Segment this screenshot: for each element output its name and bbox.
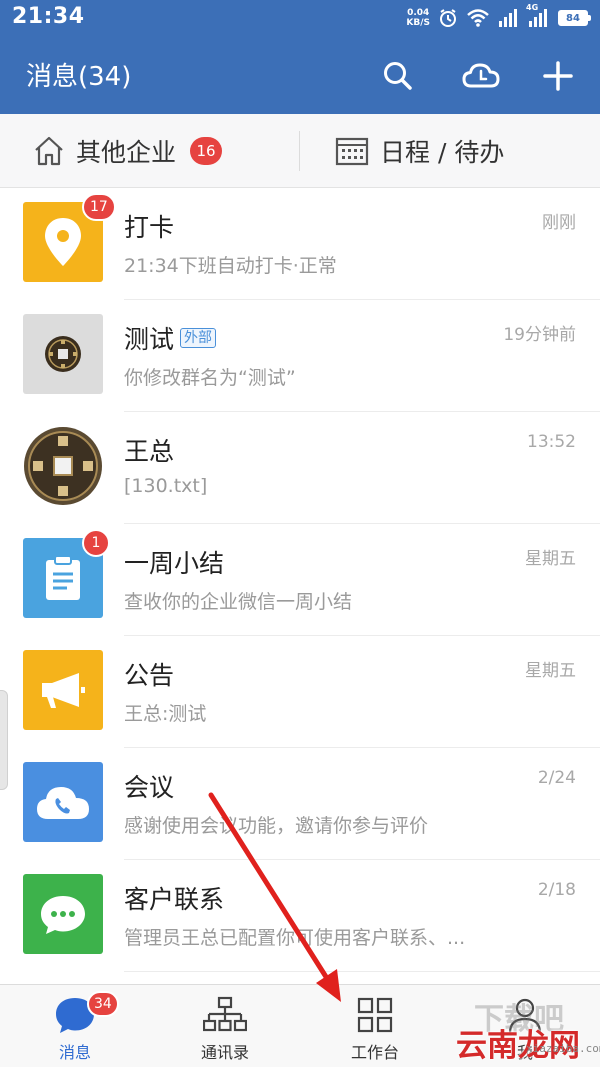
coin-avatar-icon <box>24 427 102 505</box>
nav-label-messages: 消息 <box>58 1043 91 1062</box>
clipboard-icon <box>46 555 80 600</box>
nav-tab-contacts[interactable]: 通讯录 <box>165 985 285 1067</box>
divider <box>124 971 600 972</box>
other-companies-badge: 16 <box>190 137 223 165</box>
cloud-phone-icon <box>37 787 89 819</box>
battery-indicator: 84 <box>558 10 591 26</box>
message-title-text: 测试 <box>124 325 175 354</box>
other-companies-label: 其他企业 <box>76 138 177 167</box>
message-item-wang-zong[interactable]: 王总 13:52 [130.txt] <box>0 412 600 524</box>
signal-icon <box>498 9 520 27</box>
message-time: 星期五 <box>525 549 576 569</box>
message-title: 公告 <box>124 661 175 690</box>
quick-bar: 其他企业 16 日程 / 待办 <box>0 114 600 188</box>
message-preview: 管理员王总已配置你可使用客户联系、... <box>124 927 466 949</box>
message-title: 王总 <box>124 437 175 466</box>
person-icon <box>508 998 542 1034</box>
network-speed: 0.04 KB/S <box>406 8 430 28</box>
message-item-meeting[interactable]: 会议 2/24 感谢使用会议功能，邀请你参与评价 <box>0 748 600 860</box>
signal-4g-icon: 4G <box>526 3 550 27</box>
messages-unread-badge: 34 <box>87 991 119 1017</box>
announcement-avatar <box>23 650 103 730</box>
message-time: 星期五 <box>525 661 576 681</box>
cloud-icon <box>462 63 500 88</box>
message-time: 2/18 <box>537 880 576 900</box>
quick-bar-divider <box>299 131 300 171</box>
megaphone-icon <box>42 673 85 708</box>
message-item-clock-in[interactable]: 17 打卡 刚刚 21:34下班自动打卡·正常 <box>0 188 600 300</box>
message-time: 13:52 <box>527 432 576 452</box>
meeting-avatar <box>23 762 103 842</box>
schedule-todo-button[interactable]: 日程 / 待办 <box>334 114 504 188</box>
nav-tab-me[interactable]: 我 <box>465 985 585 1067</box>
message-preview: 查收你的企业微信一周小结 <box>124 591 353 613</box>
bottom-navigation: 34 消息 通讯录 工作台 我 <box>0 984 600 1067</box>
alarm-icon <box>438 8 458 28</box>
page-title: 消息(34) <box>26 62 132 92</box>
location-pin-icon <box>45 218 81 266</box>
message-title: 客户联系 <box>124 885 225 914</box>
external-tag: 外部 <box>180 328 217 348</box>
nav-tab-messages[interactable]: 34 消息 <box>15 985 135 1067</box>
message-preview: 21:34下班自动打卡·正常 <box>124 255 337 277</box>
org-chart-icon <box>203 996 247 1032</box>
message-title: 测试 外部 <box>124 320 217 356</box>
side-drawer-handle[interactable] <box>0 690 8 790</box>
message-item-announcement[interactable]: 公告 星期五 王总:测试 <box>0 636 600 748</box>
message-preview: 感谢使用会议功能，邀请你参与评价 <box>124 815 429 837</box>
chat-bubble-icon <box>41 896 85 934</box>
unread-badge: 17 <box>82 193 116 221</box>
message-time: 刚刚 <box>542 213 576 233</box>
unread-badge: 1 <box>82 529 110 557</box>
network-type: 4G <box>526 3 539 12</box>
nav-label-workbench: 工作台 <box>350 1043 399 1062</box>
nav-label-me: 我 <box>516 1043 533 1062</box>
message-list: 17 打卡 刚刚 21:34下班自动打卡·正常 测试 外部 19分钟前 你修改群… <box>0 188 600 984</box>
test-group-avatar <box>23 314 103 394</box>
cloud-disk-button[interactable] <box>459 54 503 98</box>
message-preview: 王总:测试 <box>124 703 207 725</box>
network-speed-unit: KB/S <box>406 18 430 28</box>
message-item-weekly-summary[interactable]: 1 一周小结 星期五 查收你的企业微信一周小结 <box>0 524 600 636</box>
search-icon <box>384 62 412 90</box>
message-time: 2/24 <box>537 768 576 788</box>
status-time: 21:34 <box>12 4 85 29</box>
search-button[interactable] <box>376 54 420 98</box>
plus-icon <box>543 61 573 91</box>
customer-contact-avatar <box>23 874 103 954</box>
message-item-customer-contact[interactable]: 客户联系 2/18 管理员王总已配置你可使用客户联系、... <box>0 860 600 972</box>
nav-label-contacts: 通讯录 <box>200 1043 249 1062</box>
nav-tab-workbench[interactable]: 工作台 <box>315 985 435 1067</box>
add-button[interactable] <box>536 54 580 98</box>
message-title: 会议 <box>124 773 175 802</box>
message-preview: [130.txt] <box>124 475 208 497</box>
status-bar: 21:34 0.04 KB/S 4G 84 <box>0 0 600 36</box>
wifi-icon <box>466 8 490 28</box>
message-item-test-group[interactable]: 测试 外部 19分钟前 你修改群名为“测试” <box>0 300 600 412</box>
grid-icon <box>357 997 393 1033</box>
message-title: 一周小结 <box>124 549 225 578</box>
coin-avatar-icon <box>45 336 81 372</box>
schedule-todo-label: 日程 / 待办 <box>380 138 505 167</box>
message-time: 19分钟前 <box>503 325 576 345</box>
other-companies-button[interactable]: 其他企业 16 <box>32 114 223 188</box>
status-icons: 0.04 KB/S 4G 84 <box>406 3 591 30</box>
home-icon <box>35 136 63 166</box>
wang-zong-avatar <box>23 426 103 506</box>
network-speed-value: 0.04 <box>407 8 430 18</box>
calendar-icon <box>335 137 369 166</box>
app-header: 消息(34) <box>0 36 600 114</box>
message-title: 打卡 <box>124 213 175 242</box>
message-preview: 你修改群名为“测试” <box>124 367 296 389</box>
